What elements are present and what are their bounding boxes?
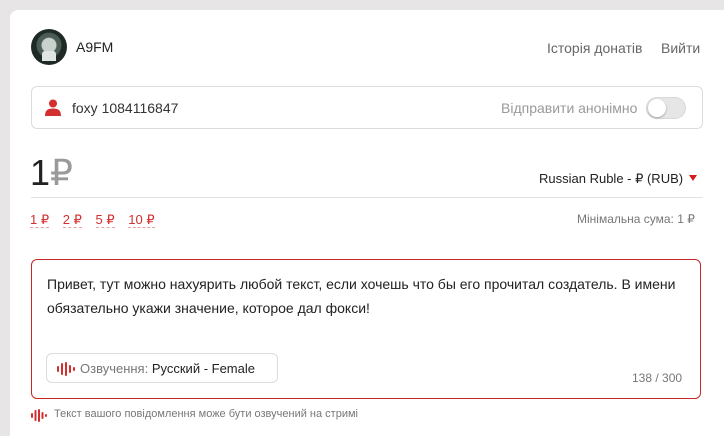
amount-value: 1 [30, 152, 51, 193]
preset-amount[interactable]: 10 ₽ [128, 212, 155, 228]
anonymous-label: Відправити анонімно [501, 100, 638, 116]
logout-link[interactable]: Вийти [661, 40, 700, 56]
currency-select[interactable]: Russian Ruble - ₽ (RUB) [539, 171, 698, 187]
voice-value: Русский - Female [151, 361, 255, 376]
amount-input[interactable]: 1₽ [30, 152, 73, 194]
username: A9FM [76, 39, 114, 55]
voice-select-button[interactable]: Озвучення: Русский - Female [46, 353, 278, 383]
message-text: Привет, тут можно нахуярить любой текст,… [47, 276, 676, 316]
caret-down-icon [689, 175, 698, 181]
amount-presets: 1 ₽ 2 ₽ 5 ₽ 10 ₽ [30, 212, 165, 228]
amount-divider [31, 197, 703, 198]
minimum-amount: Мінімальна сума: 1 ₽ [577, 212, 695, 226]
soundwave-icon [57, 362, 75, 376]
donation-history-link[interactable]: Історія донатів [547, 40, 642, 56]
toggle-knob [648, 99, 666, 117]
voice-label: Озвучення: [80, 361, 149, 376]
preset-amount[interactable]: 1 ₽ [30, 212, 50, 228]
voice-hint-text: Текст вашого повідомлення може бути озву… [54, 408, 358, 420]
preset-amount[interactable]: 5 ₽ [95, 212, 115, 228]
avatar [31, 29, 67, 65]
character-counter: 138 / 300 [632, 371, 683, 385]
soundwave-icon [31, 409, 47, 422]
sender-name-field[interactable]: foxy 1084116847 Відправити анонімно [31, 86, 703, 129]
currency-value: Russian Ruble - ₽ (RUB) [539, 171, 684, 186]
preset-amount[interactable]: 2 ₽ [62, 212, 82, 228]
donation-card: A9FM Історія донатів Вийти foxy 10841168… [10, 10, 724, 436]
person-icon [45, 99, 61, 116]
anonymous-toggle[interactable] [646, 97, 686, 119]
amount-currency-symbol: ₽ [50, 152, 73, 193]
sender-name-value: foxy 1084116847 [72, 100, 179, 116]
voice-label-wrap: Озвучення: Русский - Female [80, 361, 255, 376]
message-field[interactable]: Привет, тут можно нахуярить любой текст,… [31, 259, 701, 399]
